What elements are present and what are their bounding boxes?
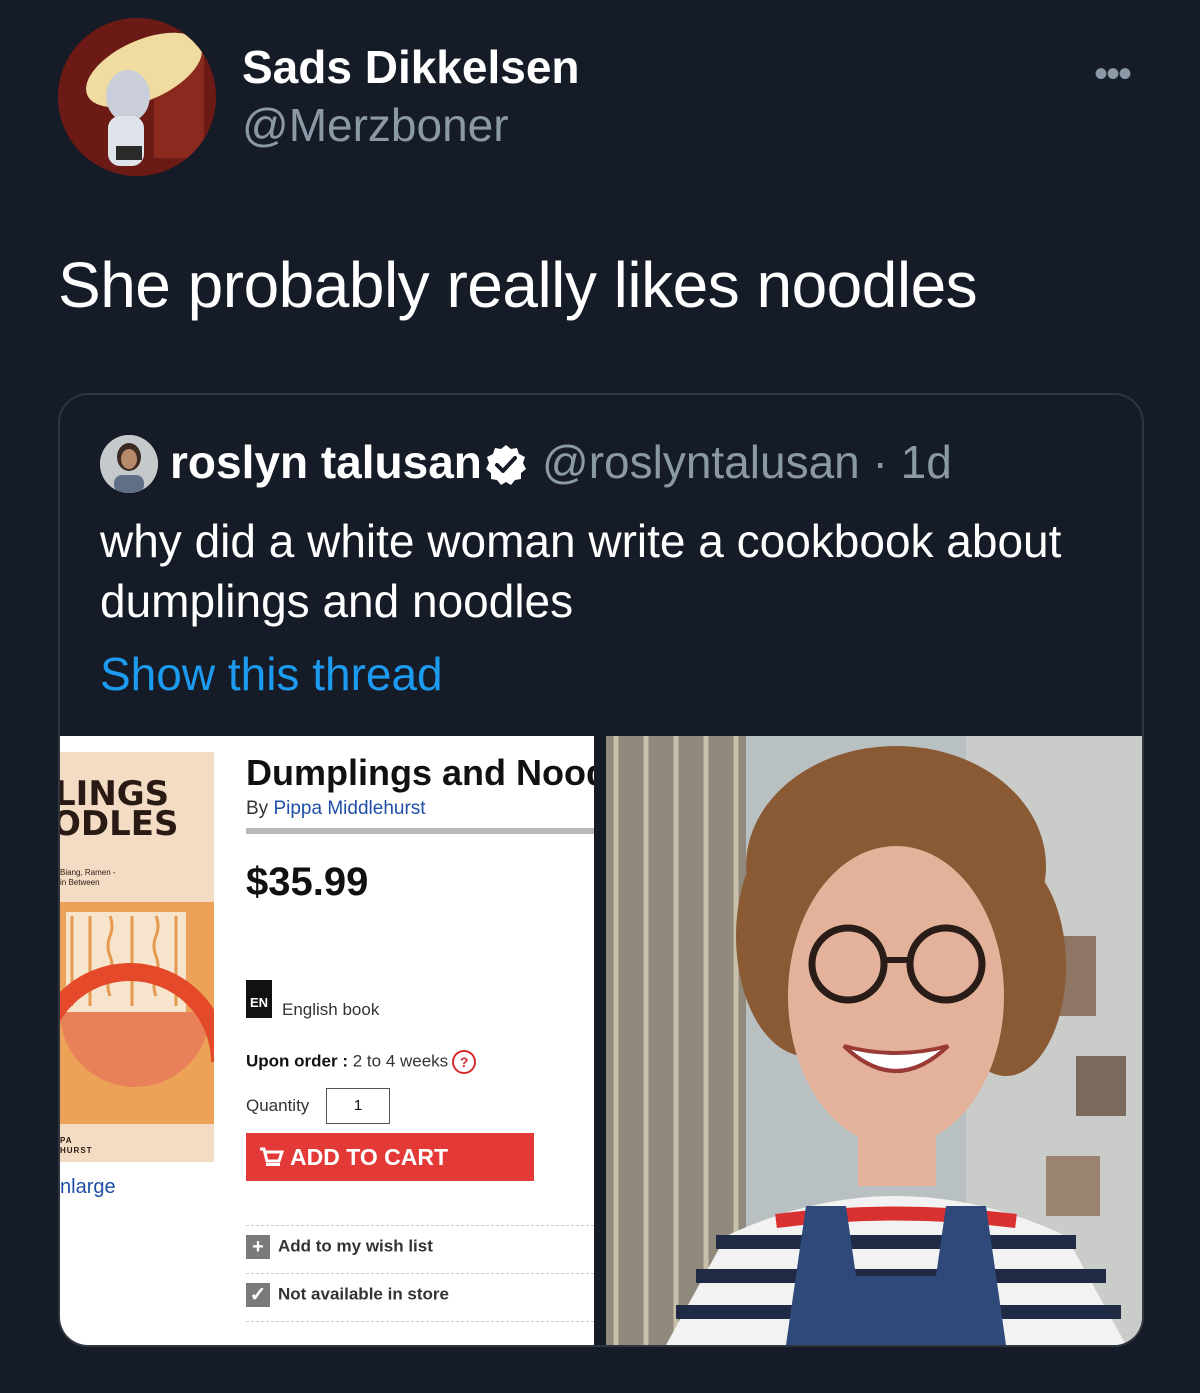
enlarge-link[interactable]: nlarge — [60, 1176, 116, 1199]
media-gap — [594, 736, 606, 1345]
product-title: Dumplings and Nood — [246, 752, 594, 793]
wishlist-label: Add to my wish list — [278, 1236, 433, 1256]
display-name[interactable]: Sads Dikkelsen — [242, 40, 580, 94]
availability-line: Upon order : 2 to 4 weeks? — [246, 1050, 477, 1074]
quantity-label: Quantity — [246, 1096, 310, 1115]
wishlist-option[interactable]: + Add to my wish list — [246, 1235, 433, 1259]
quoted-media[interactable]: LINGS ODLES Biang, Ramen - in Between PA… — [60, 736, 1142, 1345]
verified-badge-icon — [484, 443, 528, 492]
cover-title-line-2: ODLES — [60, 804, 179, 844]
quoted-user-avatar[interactable] — [100, 435, 158, 493]
product-price: $35.99 — [246, 860, 369, 904]
cover-subtitle: Biang, Ramen - in Between — [60, 868, 116, 888]
cover-author: PA HURST — [60, 1136, 93, 1156]
author-link[interactable]: Pippa Middlehurst — [273, 798, 425, 819]
more-horizontal-icon[interactable]: ••• — [1094, 52, 1132, 97]
cover-illustration — [60, 902, 214, 1124]
store-label: Not available in store — [278, 1284, 449, 1304]
product-author-line: By Pippa Middlehurst — [246, 798, 426, 820]
cover-author-line-1: PA — [60, 1136, 73, 1145]
by-prefix: By — [246, 798, 269, 819]
quoted-tweet-card[interactable]: roslyn talusan @roslyntalusan · 1d why d… — [58, 393, 1144, 1347]
author-portrait-photo[interactable] — [606, 736, 1142, 1345]
checkbox-check-icon: ✓ — [246, 1283, 270, 1307]
quoted-handle-time[interactable]: @roslyntalusan · 1d — [542, 435, 952, 489]
english-book-icon: EN — [246, 980, 272, 1018]
cart-icon — [258, 1143, 285, 1175]
divider — [246, 1321, 594, 1322]
user-avatar[interactable] — [58, 18, 216, 176]
cover-subtitle-line-1: Biang, Ramen - — [60, 868, 116, 877]
user-handle[interactable]: @Merzboner — [242, 98, 509, 152]
quoted-display-name[interactable]: roslyn talusan — [170, 435, 482, 489]
divider — [246, 1273, 594, 1274]
show-thread-link[interactable]: Show this thread — [100, 647, 443, 701]
add-to-cart-button[interactable]: ADD TO CART — [246, 1133, 534, 1181]
quantity-input[interactable]: 1 — [326, 1088, 390, 1124]
language-label: English book — [282, 1000, 380, 1019]
divider — [246, 828, 594, 834]
help-icon[interactable]: ? — [452, 1050, 477, 1074]
plus-icon: + — [246, 1235, 270, 1259]
cover-author-line-2: HURST — [60, 1146, 93, 1155]
order-value: 2 to 4 weeks — [352, 1051, 449, 1071]
quoted-tweet-text: why did a white woman write a cookbook a… — [100, 515, 1062, 627]
add-to-cart-label: ADD TO CART — [290, 1144, 449, 1170]
store-availability: ✓ Not available in store — [246, 1283, 449, 1307]
divider — [246, 1225, 594, 1226]
order-label: Upon order : — [246, 1051, 348, 1071]
tweet-text: She probably really likes noodles — [58, 249, 978, 321]
cover-subtitle-line-2: in Between — [60, 878, 100, 887]
book-cover: LINGS ODLES Biang, Ramen - in Between PA… — [60, 752, 214, 1162]
product-page-screenshot[interactable]: LINGS ODLES Biang, Ramen - in Between PA… — [60, 736, 594, 1345]
